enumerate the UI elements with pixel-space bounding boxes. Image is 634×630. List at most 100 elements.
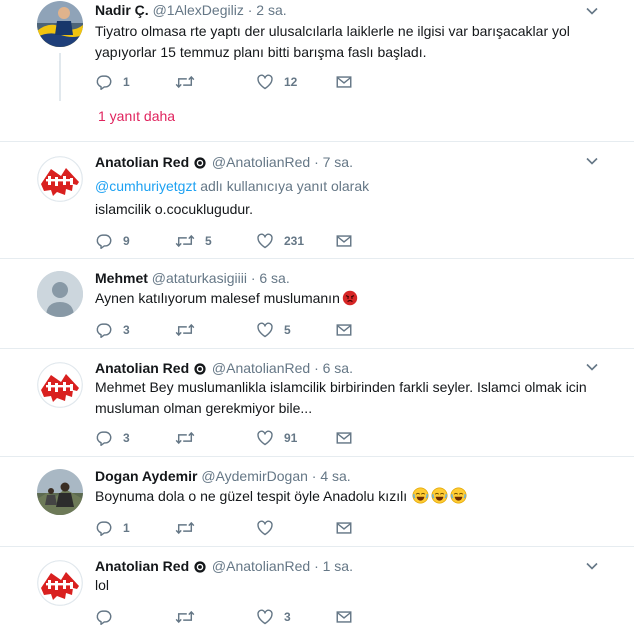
tweet-time[interactable]: · 1 sa.: [314, 558, 353, 574]
avatar-mehmet[interactable]: [37, 271, 83, 317]
like-button[interactable]: 91: [256, 428, 297, 448]
heart-icon: [256, 232, 274, 250]
tweet-time[interactable]: · 2 sa.: [248, 2, 287, 18]
mail-icon: [335, 232, 353, 250]
retweet-button[interactable]: [175, 320, 205, 340]
tweet-dogan: Dogan Aydemir @AydemirDogan · 4 sa. Boyn…: [0, 464, 634, 544]
direct-message-button[interactable]: [335, 231, 363, 251]
verified-badge-icon: [194, 363, 206, 375]
author-handle[interactable]: @1AlexDegiliz: [153, 2, 244, 18]
default-profile-icon: [37, 271, 83, 317]
more-options-chevron-icon[interactable]: [585, 154, 599, 168]
author-handle[interactable]: @ataturkasigiiii: [152, 270, 247, 286]
tweet-anatolian-3: Anatolian Red @AnatolianRed · 1 sa. lol …: [0, 555, 634, 630]
reply-button[interactable]: 1: [95, 518, 130, 538]
retweet-button[interactable]: [175, 518, 205, 538]
more-options-chevron-icon[interactable]: [585, 360, 599, 374]
retweet-button[interactable]: [175, 428, 205, 448]
tweet-time[interactable]: · 6 sa.: [314, 360, 353, 376]
like-button[interactable]: [256, 518, 284, 538]
like-count: 91: [284, 431, 298, 445]
reply-mention-link[interactable]: @cumhuriyetgzt: [95, 178, 196, 194]
mail-icon: [335, 519, 353, 537]
tweet-text: islamcilik o.cocuklugudur.: [95, 201, 253, 217]
reply-button[interactable]: 1: [95, 72, 130, 92]
like-button[interactable]: 5: [256, 320, 291, 340]
more-options-chevron-icon[interactable]: [585, 559, 599, 573]
reply-button[interactable]: 9: [95, 231, 130, 251]
anatolian-logo-icon: [37, 156, 83, 202]
author-name[interactable]: Dogan Aydemir: [95, 468, 197, 484]
user-photo-icon: [37, 469, 83, 515]
direct-message-button[interactable]: [335, 607, 363, 627]
replying-to: @cumhuriyetgzt adlı kullanıcıya yanıt ol…: [95, 177, 369, 195]
tweet-text: Aynen katılıyorum malesef muslumanın: [95, 290, 340, 306]
mail-icon: [335, 429, 353, 447]
reply-button[interactable]: 3: [95, 428, 130, 448]
author-handle[interactable]: @AnatolianRed: [212, 558, 310, 574]
tweet-anatolian-1: Anatolian Red @AnatolianRed · 7 sa. @cum…: [0, 150, 634, 255]
more-replies-link[interactable]: 1 yanıt daha: [98, 108, 175, 124]
reply-icon: [95, 73, 113, 91]
like-count: 3: [284, 610, 291, 624]
author-name[interactable]: Anatolian Red: [95, 154, 189, 170]
tweet-text-line: Boynuma dola o ne güzel tespit öyle Anad…: [95, 486, 615, 507]
retweet-icon: [175, 232, 195, 250]
tweet-time[interactable]: · 6 sa.: [251, 270, 290, 286]
like-button[interactable]: 231: [256, 231, 304, 251]
divider: [0, 348, 634, 349]
avatar-anatolian[interactable]: [37, 560, 83, 606]
retweet-button[interactable]: 5: [175, 231, 212, 251]
angry-face-icon: [342, 290, 358, 306]
tweet-nadir: Nadir Ç. @1AlexDegiliz · 2 sa. Tiyatro o…: [0, 0, 634, 135]
retweet-button[interactable]: [175, 72, 205, 92]
reply-button[interactable]: 3: [95, 320, 130, 340]
tweet-time[interactable]: · 4 sa.: [312, 468, 351, 484]
more-options-chevron-icon[interactable]: [585, 4, 599, 18]
tweet-actions: 3: [95, 607, 395, 627]
reply-suffix: adlı kullanıcıya yanıt olarak: [196, 178, 370, 194]
avatar-nadir[interactable]: [37, 1, 83, 47]
heart-icon: [256, 519, 274, 537]
retweet-icon: [175, 429, 195, 447]
author-name[interactable]: Nadir Ç.: [95, 2, 149, 18]
reply-icon: [95, 608, 113, 626]
direct-message-button[interactable]: [335, 428, 363, 448]
like-button[interactable]: 3: [256, 607, 291, 627]
direct-message-button[interactable]: [335, 518, 363, 538]
tweet-time[interactable]: · 7 sa.: [314, 154, 353, 170]
tweet-anatolian-2: Anatolian Red @AnatolianRed · 6 sa. Mehm…: [0, 356, 634, 454]
joy-emoji-icon: [450, 487, 467, 504]
avatar-anatolian[interactable]: [37, 156, 83, 202]
retweet-button[interactable]: [175, 607, 205, 627]
author-name[interactable]: Anatolian Red: [95, 360, 189, 376]
tweet-header: Anatolian Red @AnatolianRed · 1 sa.: [95, 557, 353, 575]
divider: [0, 546, 634, 547]
retweet-icon: [175, 73, 195, 91]
direct-message-button[interactable]: [335, 320, 363, 340]
author-handle[interactable]: @AnatolianRed: [212, 360, 310, 376]
retweet-icon: [175, 321, 195, 339]
reply-button[interactable]: [95, 607, 123, 627]
author-handle[interactable]: @AnatolianRed: [212, 154, 310, 170]
avatar-anatolian[interactable]: [37, 362, 83, 408]
mail-icon: [335, 321, 353, 339]
reply-count: 1: [123, 75, 130, 89]
divider: [0, 258, 634, 259]
heart-icon: [256, 429, 274, 447]
direct-message-button[interactable]: [335, 72, 363, 92]
mail-icon: [335, 73, 353, 91]
author-name[interactable]: Mehmet: [95, 270, 148, 286]
tweet-text-line: Aynen katılıyorum malesef muslumanın: [95, 288, 615, 309]
verified-badge-icon: [194, 157, 206, 169]
reply-icon: [95, 429, 113, 447]
author-name[interactable]: Anatolian Red: [95, 558, 189, 574]
author-handle[interactable]: @AydemirDogan: [201, 468, 308, 484]
tweet-actions: 9 5 231: [95, 231, 395, 251]
reply-count: 3: [123, 323, 130, 337]
divider: [0, 141, 634, 142]
reply-icon: [95, 232, 113, 250]
heart-icon: [256, 321, 274, 339]
avatar-dogan[interactable]: [37, 469, 83, 515]
like-button[interactable]: 12: [256, 72, 297, 92]
